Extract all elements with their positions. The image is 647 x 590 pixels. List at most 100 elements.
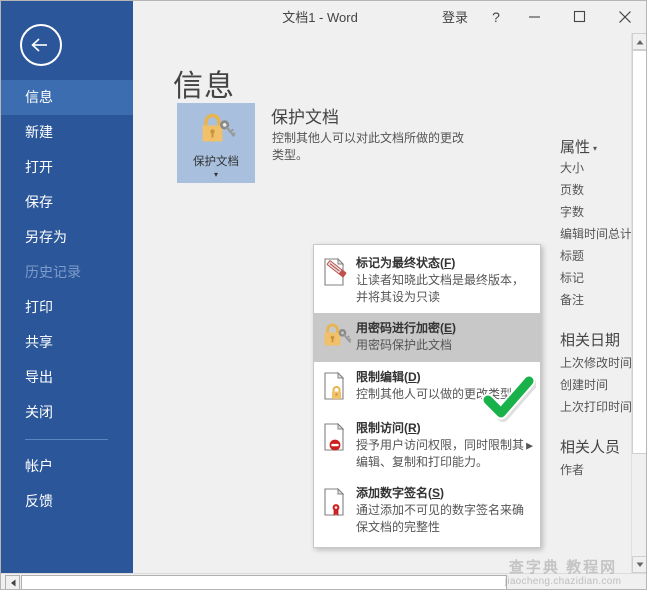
menu-item-body: 限制访问(R) 授予用户访问权限，同时限制其编辑、复制和打印能力。 [356,420,534,471]
property-row-tags: 标记 [560,271,585,285]
properties-panel: 属性 ▾ 大小 页数 字数 编辑时间总计 标题 标记 备注 相关日期 上次修改时间… [553,33,631,573]
sidebar-item-info[interactable]: 信息 [0,80,133,115]
sidebar-item-close[interactable]: 关闭 [0,395,133,430]
sidebar-item-share[interactable]: 共享 [0,325,133,360]
horizontal-scrollbar-thumb[interactable] [21,575,507,590]
property-row-size: 大小 [560,161,585,175]
scroll-down-button[interactable] [632,556,647,573]
menu-item-title: 用密码进行加密(E) [356,320,534,336]
menu-item-body: 标记为最终状态(F) 让读者知晓此文档是最终版本，并将其设为只读 [356,255,534,306]
sidebar-item-account[interactable]: 帐户 [0,449,133,484]
vertical-scrollbar-thumb[interactable] [632,50,647,454]
menu-item-title-text: 限制编辑( [356,370,408,384]
chevron-down-icon: ▾ [593,143,598,153]
property-row-total-editing-time: 编辑时间总计 [560,227,631,241]
protect-heading: 保护文档 [271,108,339,127]
protect-document-button[interactable]: 保护文档 ▾ [177,103,255,183]
sidebar-item-label: 关闭 [25,404,53,420]
property-row-created: 创建时间 [560,378,609,392]
menu-item-title-end: ) [440,486,445,500]
sidebar-item-label: 导出 [25,369,53,385]
menu-item-subtitle: 用密码保护此文档 [356,338,453,352]
menu-item-accel: E [444,321,453,335]
sidebar-item-label: 帐户 [25,458,53,474]
sidebar-item-save[interactable]: 保存 [0,185,133,220]
vertical-scrollbar[interactable] [631,33,647,573]
horizontal-scrollbar[interactable] [0,573,647,590]
menu-item-encrypt-with-password[interactable]: 用密码进行加密(E) 用密码保护此文档 [314,313,540,422]
menu-item-title-end: ) [416,370,421,384]
word-backstage-window: 信息 新建 打开 保存 另存为 历史记录 打印 共享 导出 关闭 帐户 反馈 文… [0,0,647,590]
properties-heading[interactable]: 属性 ▾ [560,136,631,157]
menu-item-title: 标记为最终状态(F) [356,255,534,271]
menu-item-subtitle: 授予用户访问权限，同时限制其编辑、复制和打印能力。 [356,438,525,469]
close-icon [618,10,632,24]
help-icon[interactable]: ? [480,9,512,25]
triangle-up-icon [636,39,644,44]
menu-item-accel: D [408,370,417,384]
sidebar-item-new[interactable]: 新建 [0,115,133,150]
sidebar-item-label: 反馈 [25,493,53,509]
menu-item-title-text: 添加数字签名( [356,486,432,500]
sidebar-item-label: 信息 [25,89,53,105]
minimize-icon [528,10,541,23]
restrict-access-icon [322,420,356,471]
sidebar-item-print[interactable]: 打印 [0,290,133,325]
window-title: 文档1 - Word [282,10,358,25]
property-row-pages: 页数 [560,183,585,197]
menu-item-title: 限制编辑(D) [356,369,534,385]
menu-item-restrict-editing[interactable]: 限制编辑(D) 控制其他人可以做的更改类型 [314,362,540,413]
property-row-words: 字数 [560,205,585,219]
menu-item-title-text: 限制访问( [356,421,408,435]
encrypt-with-password-icon [322,320,356,355]
sidebar-item-open[interactable]: 打开 [0,150,133,185]
close-button[interactable] [602,0,647,33]
menu-item-title: 添加数字签名(S) [356,485,534,501]
maximize-button[interactable] [557,0,602,33]
menu-item-title-text: 用密码进行加密( [356,321,444,335]
backstage-nav: 信息 新建 打开 保存 另存为 历史记录 打印 共享 导出 关闭 帐户 反馈 [0,80,133,519]
sidebar-divider [25,439,108,440]
menu-item-mark-as-final[interactable]: 标记为最终状态(F) 让读者知晓此文档是最终版本，并将其设为只读 [314,248,540,313]
sidebar-item-label: 打印 [25,299,53,315]
minimize-button[interactable] [512,0,557,33]
menu-item-body: 添加数字签名(S) 通过添加不可见的数字签名来确保文档的完整性 [356,485,534,536]
sidebar-item-label: 打开 [25,159,53,175]
sidebar-item-export[interactable]: 导出 [0,360,133,395]
menu-item-body: 用密码进行加密(E) 用密码保护此文档 [356,320,534,355]
property-row-comments: 备注 [560,293,585,307]
page-title: 信息 [173,70,235,103]
restrict-editing-icon [322,369,356,406]
back-arrow-icon [30,37,52,53]
menu-item-title-end: ) [416,421,421,435]
menu-item-title-end: ) [452,321,457,335]
scroll-up-button[interactable] [632,33,647,50]
chevron-down-icon: ▾ [213,170,218,179]
maximize-icon [573,10,586,23]
lock-key-icon [196,112,236,149]
mark-as-final-icon [322,255,356,306]
title-bar: 文档1 - Word 登录 ? [133,0,647,33]
property-row-author: 作者 [560,463,585,477]
protect-tile-label: 保护文档 [193,156,239,168]
sign-in-button[interactable]: 登录 [430,7,480,26]
back-button[interactable] [20,24,62,66]
sidebar-item-label: 共享 [25,334,53,350]
sidebar-item-label: 另存为 [25,229,67,245]
menu-item-restrict-access[interactable]: 限制访问(R) 授予用户访问权限，同时限制其编辑、复制和打印能力。 ▶ [314,413,540,478]
menu-item-title-text: 标记为最终状态( [356,256,444,270]
menu-item-subtitle: 让读者知晓此文档是最终版本，并将其设为只读 [356,273,525,304]
sidebar-item-feedback[interactable]: 反馈 [0,484,133,519]
sidebar-item-history: 历史记录 [0,255,133,290]
menu-item-subtitle: 控制其他人可以做的更改类型 [356,387,513,401]
sidebar-item-label: 保存 [25,194,53,210]
sidebar-item-save-as[interactable]: 另存为 [0,220,133,255]
scroll-left-button[interactable] [5,575,20,590]
protect-description: 控制其他人可以对此文档所做的更改类型。 [272,131,465,162]
properties-section-dates: 相关日期 [560,332,621,349]
sidebar-item-label: 新建 [25,124,53,140]
menu-item-title-end: ) [451,256,456,270]
menu-item-add-digital-signature[interactable]: 添加数字签名(S) 通过添加不可见的数字签名来确保文档的完整性 [314,478,540,543]
triangle-down-icon [636,562,644,567]
add-digital-signature-icon [322,485,356,536]
